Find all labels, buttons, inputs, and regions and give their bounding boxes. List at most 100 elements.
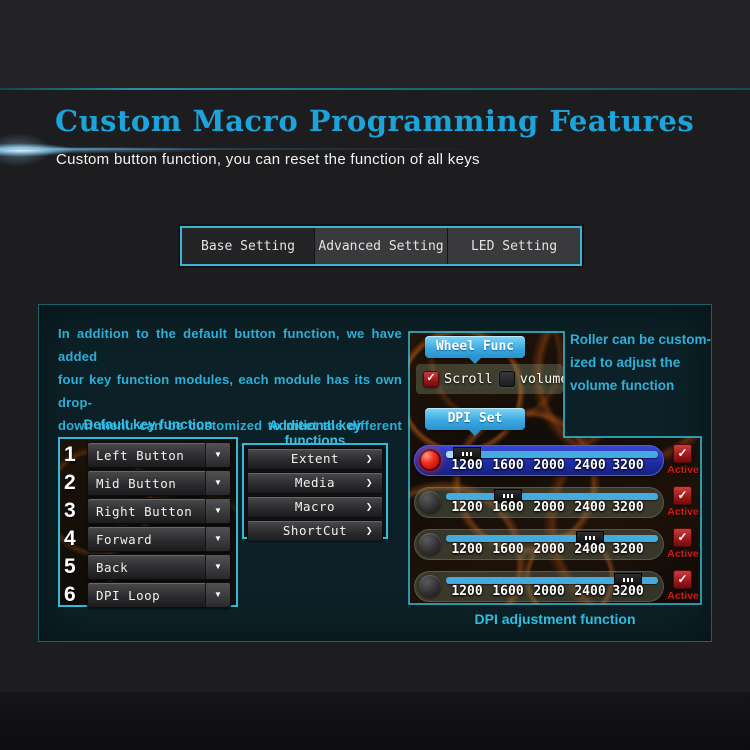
dpi-slider-track[interactable] [446,493,658,500]
dpi-slider-pill: 1200 1600 2000 2400 3200 [414,487,664,518]
dpi-set-button[interactable]: DPI Set [425,408,525,430]
button-label: Extent [291,451,339,466]
button-label: Macro [295,499,335,514]
key-row: 5 Back ▼ [64,555,231,579]
scale-tick: 2400 [574,458,605,473]
active-label: Active [663,548,703,560]
key-row: 3 Right Button ▼ [64,499,231,523]
dpi-caption: DPI adjustment function [408,611,702,627]
scale-tick: 3200 [612,584,643,599]
dpi-slider-track[interactable] [446,577,658,584]
bottom-band [0,692,750,750]
dpi-slider-track[interactable] [446,535,658,542]
tab-advanced-setting[interactable]: Advanced Setting [314,228,447,264]
dropdown-left-button[interactable]: Left Button ▼ [87,442,231,468]
scale-tick: 1600 [492,458,523,473]
dropdown-mid-button[interactable]: Mid Button ▼ [87,470,231,496]
dropdown-back[interactable]: Back ▼ [87,554,231,580]
page-title: Custom Macro Programming Features [55,104,694,138]
button-extent[interactable]: Extent ❯ [247,448,383,470]
button-label: ShortCut [283,523,347,538]
top-band [0,0,750,88]
caret-down-icon[interactable]: ▼ [205,527,230,551]
caret-down-icon[interactable]: ▼ [205,583,230,607]
dropdown-value: Right Button [88,504,205,519]
active-checkbox[interactable]: ✓ [673,570,692,589]
wheel-options-strip: ✓ Scroll volume [416,364,563,394]
scale-tick: 1600 [492,542,523,557]
scale-tick: 2400 [574,584,605,599]
dpi-radio[interactable] [419,575,441,597]
scale-tick: 1200 [451,500,482,515]
active-checkbox[interactable]: ✓ [673,486,692,505]
volume-label: volume [520,371,569,387]
dropdown-forward[interactable]: Forward ▼ [87,526,231,552]
button-shortcut[interactable]: ShortCut ❯ [247,520,383,542]
default-keys-heading: Default key function [58,417,238,432]
scale-tick: 3200 [612,500,643,515]
active-checkbox[interactable]: ✓ [673,528,692,547]
wheel-func-button[interactable]: Wheel Func [425,336,525,358]
scroll-label: Scroll [444,371,493,387]
button-label: Media [295,475,335,490]
dropdown-dpi-loop[interactable]: DPI Loop ▼ [87,582,231,608]
scale-tick: 3200 [612,542,643,557]
key-row: 1 Left Button ▼ [64,443,231,467]
scale-tick: 2000 [533,584,564,599]
dpi-slider-track[interactable] [446,451,658,458]
key-number: 6 [64,583,87,607]
dpi-row-4: 1200 1600 2000 2400 3200 ✓ Active [408,571,702,602]
active-label: Active [663,506,703,518]
chevron-right-icon: ❯ [366,473,373,493]
scale-tick: 2400 [574,542,605,557]
intro-line: In addition to the default button functi… [58,322,402,368]
dropdown-value: DPI Loop [88,588,205,603]
scale-tick: 2000 [533,500,564,515]
active-label: Active [663,464,703,476]
caret-down-icon[interactable]: ▼ [205,499,230,523]
dpi-radio[interactable] [419,533,441,555]
tab-base-setting[interactable]: Base Setting [182,228,314,264]
button-macro[interactable]: Macro ❯ [247,496,383,518]
intro-line: four key function modules, each module h… [58,368,402,414]
dpi-slider-pill: 1200 1600 2000 2400 3200 [414,445,664,476]
dpi-row-1: 1200 1600 2000 2400 3200 ✓ Active [408,445,702,476]
caret-down-icon[interactable]: ▼ [205,471,230,495]
active-checkbox[interactable]: ✓ [673,444,692,463]
page-subtitle: Custom button function, you can reset th… [56,151,480,168]
settings-tabbar: Base Setting Advanced Setting LED Settin… [180,226,582,266]
scroll-checkbox[interactable]: ✓ [423,371,439,387]
dropdown-value: Left Button [88,448,205,463]
key-row: 2 Mid Button ▼ [64,471,231,495]
scale-tick: 3200 [612,458,643,473]
roller-note: Roller can be custom- ized to adjust the… [570,328,712,397]
button-media[interactable]: Media ❯ [247,472,383,494]
dropdown-value: Mid Button [88,476,205,491]
chevron-right-icon: ❯ [366,521,373,541]
default-key-list: 1 Left Button ▼ 2 Mid Button ▼ 3 Right B… [58,437,238,607]
key-number: 4 [64,527,87,551]
dpi-radio[interactable] [419,449,441,471]
dpi-row-2: 1200 1600 2000 2400 3200 ✓ Active [408,487,702,518]
scale-tick: 2000 [533,458,564,473]
scale-tick: 2000 [533,542,564,557]
scale-tick: 1600 [492,500,523,515]
caret-down-icon[interactable]: ▼ [205,555,230,579]
key-number: 1 [64,443,87,467]
roller-note-line: volume function [570,374,712,397]
key-number: 2 [64,471,87,495]
scale-tick: 1200 [451,584,482,599]
caret-down-icon[interactable]: ▼ [205,443,230,467]
chevron-right-icon: ❯ [366,449,373,469]
tab-led-setting[interactable]: LED Setting [447,228,580,264]
active-label: Active [663,590,703,602]
dpi-slider-pill: 1200 1600 2000 2400 3200 [414,529,664,560]
dropdown-right-button[interactable]: Right Button ▼ [87,498,231,524]
additional-key-list: Extent ❯ Media ❯ Macro ❯ ShortCut ❯ [242,443,388,539]
dpi-slider-pill: 1200 1600 2000 2400 3200 [414,571,664,602]
volume-checkbox[interactable] [499,371,515,387]
dpi-radio[interactable] [419,491,441,513]
scale-tick: 2400 [574,500,605,515]
dpi-row-3: 1200 1600 2000 2400 3200 ✓ Active [408,529,702,560]
scale-tick: 1600 [492,584,523,599]
